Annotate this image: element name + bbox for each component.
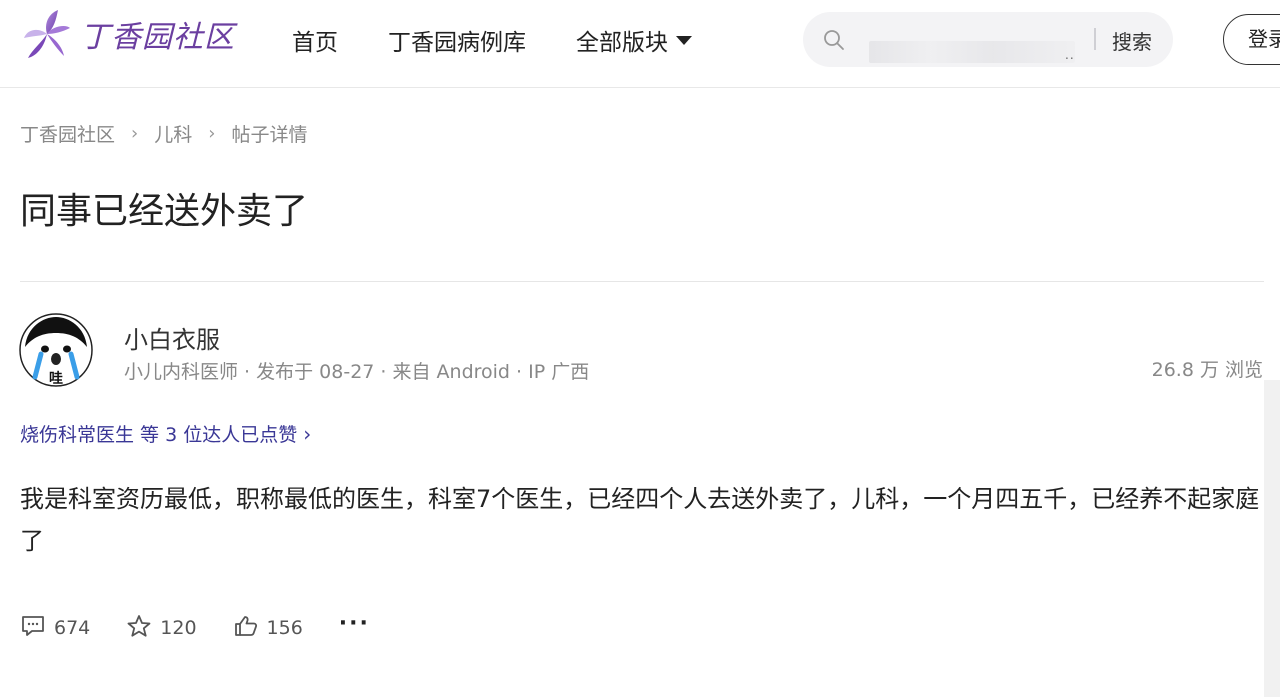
author-meta: 小儿内科医师 · 发布于 08-27 · 来自 Android · IP 广西 <box>124 361 590 383</box>
breadcrumb-section[interactable]: 儿科 <box>154 120 192 147</box>
chevron-right-icon: › <box>131 123 139 144</box>
favorite-count: 120 <box>160 617 197 639</box>
expert-likes-link[interactable]: 烧伤科常医生 等 3 位达人已点赞 › <box>20 420 311 447</box>
search-suggestion-blurred <box>869 41 1075 63</box>
comment-count: 674 <box>54 617 91 639</box>
comment-button[interactable]: 674 <box>20 614 90 642</box>
post-content: 我是科室资历最低，职称最低的医生，科室7个医生，已经四个人去送外卖了，儿科，一个… <box>20 485 1260 555</box>
search-divider <box>1094 28 1096 50</box>
chevron-right-icon: › <box>303 421 312 446</box>
caret-down-icon <box>676 35 692 45</box>
login-button[interactable]: 登录 <box>1223 14 1280 65</box>
more-options-icon[interactable]: ··· <box>339 611 370 636</box>
post-title: 同事已经送外卖了 <box>20 191 309 232</box>
breadcrumb-current: 帖子详情 <box>231 124 308 146</box>
star-icon <box>126 614 152 642</box>
search-ellipsis: .. <box>1065 48 1075 62</box>
comment-icon <box>20 614 46 642</box>
search-icon <box>823 29 845 55</box>
thumbs-up-icon <box>233 614 259 642</box>
main-nav: 首页 丁香园病例库 全部版块 <box>292 24 742 56</box>
breadcrumb: 丁香园社区 › 儿科 › 帖子详情 <box>20 120 307 147</box>
divider <box>20 281 1264 282</box>
nav-all-sections[interactable]: 全部版块 <box>576 24 692 56</box>
nav-case-library[interactable]: 丁香园病例库 <box>388 24 526 56</box>
like-button[interactable]: 156 <box>233 614 303 642</box>
lilac-logo-icon <box>22 6 72 62</box>
search-box: .. 搜索 <box>803 12 1173 67</box>
avatar-text: 哇 <box>49 370 63 387</box>
top-header: 丁香园社区 首页 丁香园病例库 全部版块 .. 搜索 登录 <box>0 0 1280 88</box>
nav-home[interactable]: 首页 <box>292 24 338 56</box>
search-button[interactable]: 搜索 <box>1112 26 1152 55</box>
author-name[interactable]: 小白衣服 <box>124 320 220 355</box>
chevron-right-icon: › <box>208 123 216 144</box>
favorite-button[interactable]: 120 <box>126 614 197 642</box>
site-logo[interactable]: 丁香园社区 <box>22 6 235 62</box>
post-actions: 674 120 156 ··· <box>20 611 370 642</box>
nav-all-sections-label: 全部版块 <box>576 30 668 56</box>
logo-text: 丁香园社区 <box>80 20 235 55</box>
expert-likes-text: 烧伤科常医生 等 3 位达人已点赞 <box>20 424 298 446</box>
breadcrumb-home[interactable]: 丁香园社区 <box>20 120 115 147</box>
view-count: 26.8 万 浏览 <box>1151 359 1263 381</box>
like-count: 156 <box>266 617 303 639</box>
scrollbar[interactable] <box>1264 380 1280 697</box>
avatar[interactable]: 哇 <box>19 313 93 387</box>
